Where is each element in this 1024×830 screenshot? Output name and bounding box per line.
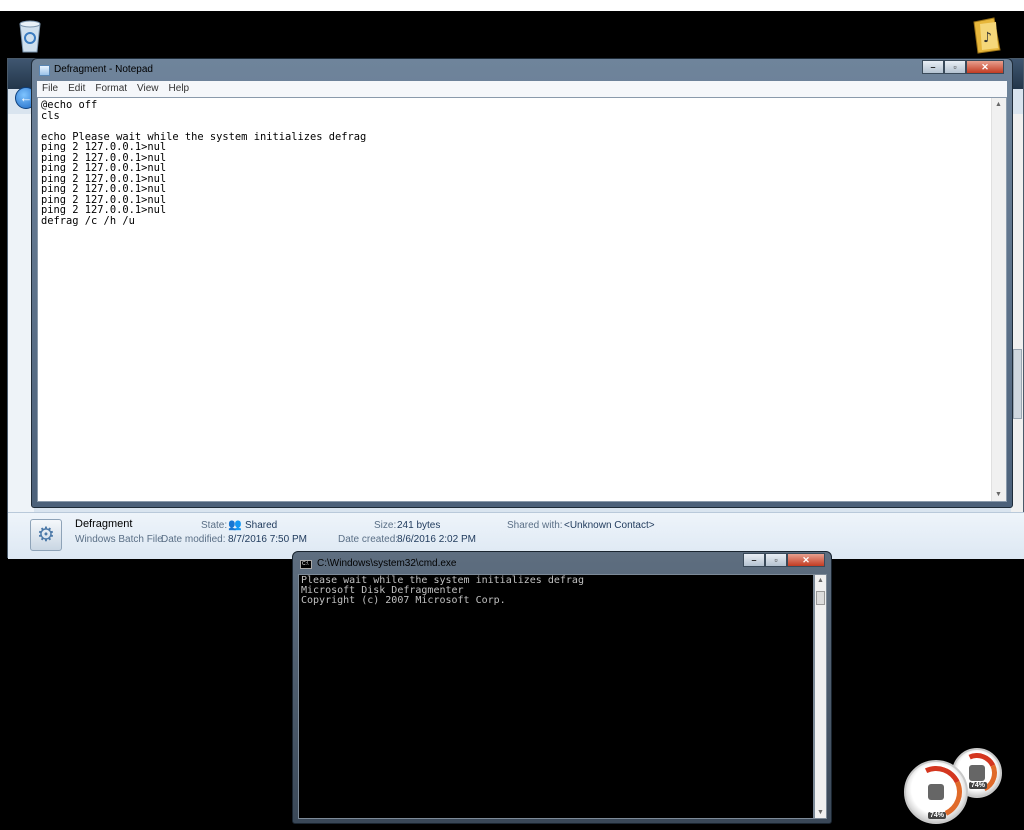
notepad-text-area[interactable]: @echo off cls echo Please wait while the… [37, 97, 1007, 502]
minimize-button[interactable]: – [922, 60, 944, 74]
date-created-label: Date created: [338, 534, 399, 545]
notepad-scrollbar[interactable]: ▲ ▼ [991, 98, 1006, 501]
shared-with-value: <Unknown Contact> [564, 520, 655, 531]
maximize-button[interactable]: ▫ [765, 553, 787, 567]
cmd-output: Please wait while the system initializes… [301, 575, 584, 606]
date-modified-label: Date modified: [161, 534, 226, 545]
menu-edit[interactable]: Edit [63, 81, 90, 97]
scroll-down-icon[interactable]: ▼ [817, 809, 824, 816]
memory-percent: 74% [969, 782, 988, 789]
menu-file[interactable]: File [37, 81, 63, 97]
file-name: Defragment [75, 518, 133, 530]
cpu-percent: 74% [928, 812, 947, 819]
maximize-button[interactable]: ▫ [944, 60, 966, 74]
date-modified-value: 8/7/2016 7:50 PM [228, 534, 307, 545]
music-folder-icon[interactable]: ♪ [972, 16, 1002, 54]
cmd-scrollbar[interactable]: ▲ ▼ [814, 574, 827, 819]
cmd-console[interactable]: Please wait while the system initializes… [298, 574, 814, 819]
cmd-title: C:\Windows\system32\cmd.exe [317, 558, 457, 569]
size-label: Size: [374, 520, 397, 531]
scroll-up-icon[interactable]: ▲ [995, 101, 1002, 108]
scroll-thumb[interactable] [1013, 349, 1022, 419]
menu-view[interactable]: View [132, 81, 164, 97]
notepad-window[interactable]: Defragment - Notepad – ▫ ✕ File Edit For… [31, 58, 1013, 508]
notepad-window-controls: – ▫ ✕ [922, 60, 1004, 74]
close-button[interactable]: ✕ [787, 553, 825, 567]
scroll-down-icon[interactable]: ▼ [995, 491, 1002, 498]
memory-chip-icon [969, 765, 985, 781]
close-button[interactable]: ✕ [966, 60, 1004, 74]
scroll-thumb[interactable] [816, 591, 825, 605]
cmd-window-controls: – ▫ ✕ [743, 553, 825, 567]
cmd-icon: C:\ [300, 560, 312, 569]
menu-format[interactable]: Format [90, 81, 132, 97]
cpu-meter-gadget[interactable]: 74% 74% [902, 747, 1004, 826]
cpu-chip-icon [928, 784, 944, 800]
notepad-title: Defragment - Notepad [54, 64, 153, 75]
top-white-strip [0, 0, 1024, 11]
cpu-gauge: 74% [902, 758, 970, 826]
notepad-icon [39, 65, 50, 76]
cmd-window[interactable]: C:\ C:\Windows\system32\cmd.exe – ▫ ✕ Pl… [292, 551, 832, 824]
menu-help[interactable]: Help [164, 81, 195, 97]
scroll-up-icon[interactable]: ▲ [817, 577, 824, 584]
notepad-menubar: File Edit Format View Help [37, 81, 1007, 97]
batch-file-icon [30, 519, 62, 551]
size-value: 241 bytes [397, 520, 441, 531]
state-label: State: [201, 520, 228, 531]
recycle-bin-icon[interactable] [14, 16, 46, 54]
svg-text:♪: ♪ [983, 30, 992, 46]
notepad-content[interactable]: @echo off cls echo Please wait while the… [41, 100, 366, 226]
shared-with-label: Shared with: [507, 520, 563, 531]
shared-users-icon: 👥 [228, 519, 242, 531]
desktop: ♪ ← Defragment Windows Batch File State:… [0, 0, 1024, 830]
state-value: Shared [245, 520, 278, 531]
file-type: Windows Batch File [75, 534, 163, 545]
minimize-button[interactable]: – [743, 553, 765, 567]
date-created-value: 8/6/2016 2:02 PM [397, 534, 476, 545]
